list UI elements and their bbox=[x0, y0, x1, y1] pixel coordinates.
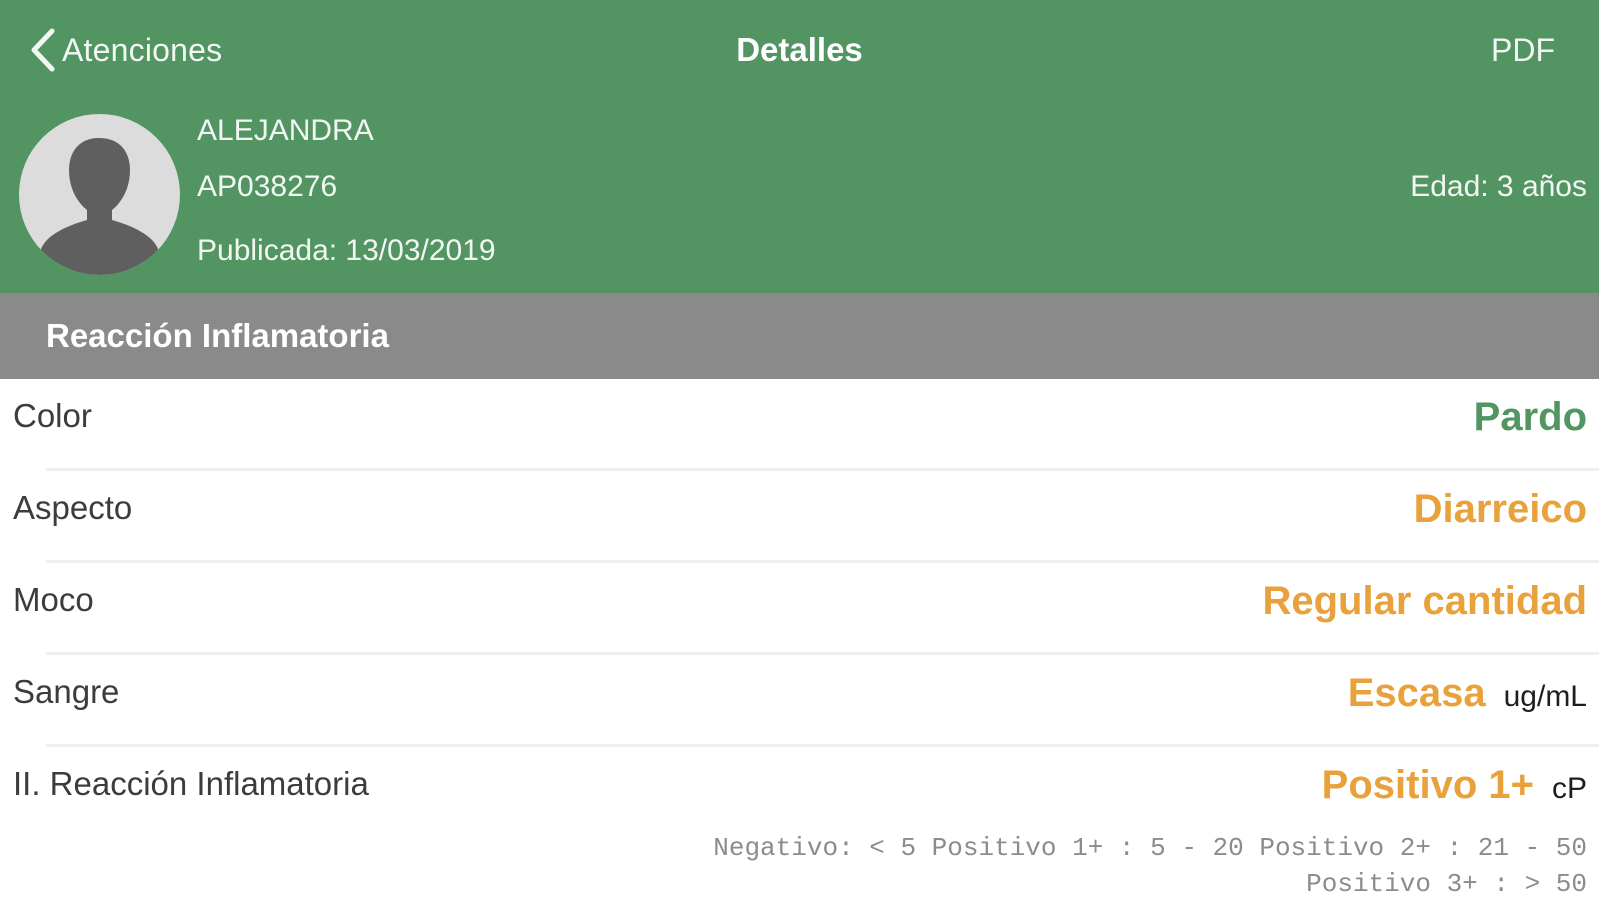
page-title: Detalles bbox=[736, 31, 863, 68]
section-title: Reacción Inflamatoria bbox=[46, 317, 389, 354]
result-value: Pardo bbox=[1473, 395, 1587, 439]
back-button[interactable]: Atenciones bbox=[26, 22, 222, 78]
result-value: Escasa bbox=[1347, 671, 1486, 715]
patient-name: ALEJANDRA bbox=[197, 114, 374, 147]
result-row-moco: Moco Regular cantidad bbox=[0, 563, 1599, 655]
result-row-aspecto: Aspecto Diarreico bbox=[0, 471, 1599, 563]
result-unit: ug/mL bbox=[1503, 680, 1587, 713]
chevron-left-icon bbox=[31, 28, 55, 72]
result-label: Aspecto bbox=[13, 489, 133, 526]
result-value: Diarreico bbox=[1413, 487, 1587, 531]
section-header: Reacción Inflamatoria bbox=[0, 293, 1599, 379]
published-date: Publicada: 13/03/2019 bbox=[197, 234, 496, 267]
header: Atenciones Detalles PDF ALEJANDRA AP0382… bbox=[0, 0, 1599, 293]
user-silhouette-icon bbox=[37, 138, 162, 275]
back-button-label: Atenciones bbox=[62, 31, 223, 68]
result-label: Moco bbox=[13, 581, 94, 618]
pdf-button[interactable]: PDF bbox=[1491, 22, 1555, 78]
reference-range: Negativo: < 5 Positivo 1+ : 5 - 20 Posit… bbox=[713, 833, 1587, 899]
result-row-sangre: Sangre Escasa ug/mL bbox=[0, 655, 1599, 747]
result-label: Color bbox=[13, 397, 92, 434]
result-label: II. Reacción Inflamatoria bbox=[13, 765, 369, 802]
result-value: Regular cantidad bbox=[1262, 579, 1587, 623]
result-value: Positivo 1+ bbox=[1321, 763, 1534, 807]
result-row-reaccion-inflamatoria: II. Reacción Inflamatoria Positivo 1+ cP bbox=[0, 747, 1599, 839]
result-label: Sangre bbox=[13, 673, 120, 710]
result-row-color: Color Pardo bbox=[0, 379, 1599, 471]
result-unit: cP bbox=[1551, 772, 1587, 805]
avatar bbox=[19, 114, 180, 275]
patient-id: AP038276 bbox=[197, 170, 338, 203]
patient-age: Edad: 3 años bbox=[1410, 170, 1587, 203]
